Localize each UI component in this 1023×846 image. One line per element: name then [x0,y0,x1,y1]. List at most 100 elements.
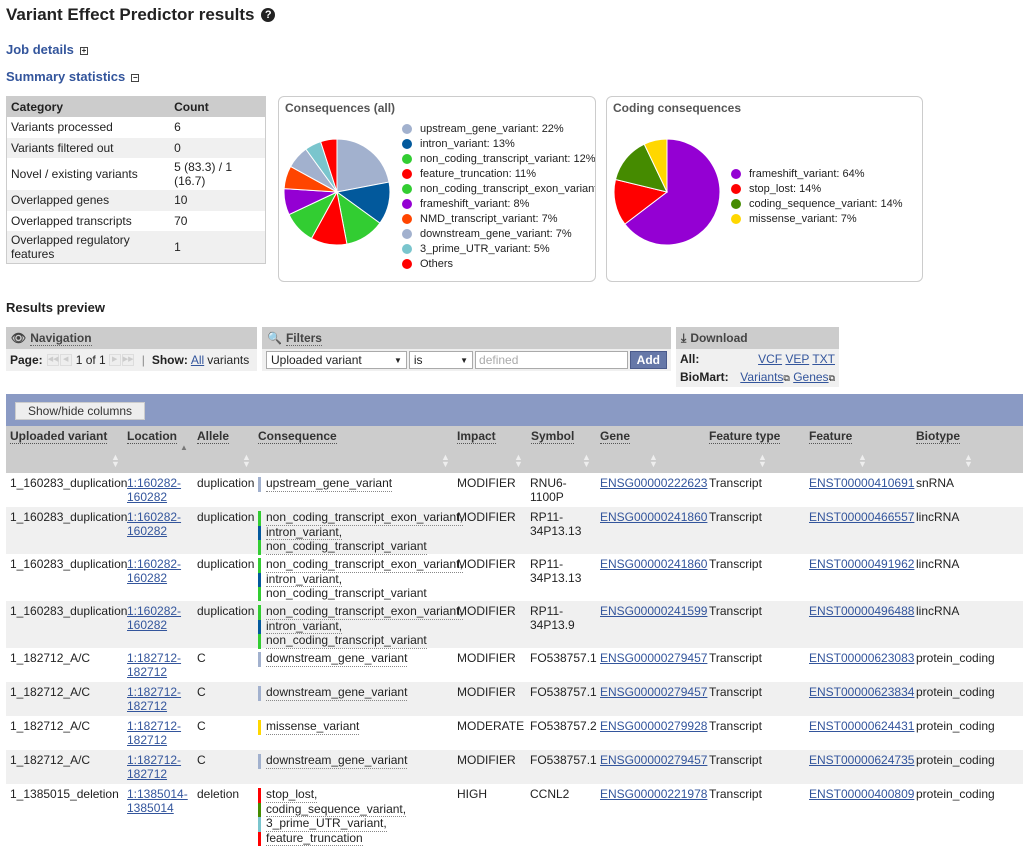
feature-cell[interactable]: ENST00000491962 [809,558,914,572]
location-cell[interactable]: 1:182712-182712 [127,720,181,747]
feature-cell[interactable]: ENST00000624735 [809,754,914,768]
gene-link[interactable]: ENSG00000241599 [600,604,707,618]
filter-operator-select[interactable]: is ▼ [409,351,473,369]
location-link[interactable]: 1:182712-182712 [127,753,181,781]
gene-cell[interactable]: ENSG00000221978 [600,788,707,802]
location-cell[interactable]: 1:160282-160282 [127,511,181,538]
show-hide-columns-button[interactable]: Show/hide columns [15,402,145,420]
feature-cell[interactable]: ENST00000496488 [809,605,914,619]
help-icon[interactable]: ? [261,8,275,22]
location-link[interactable]: 1:160282-160282 [127,510,181,538]
location-cell[interactable]: 1:160282-160282 [127,605,181,632]
sort-icon[interactable]: ▲▼ [242,454,250,468]
sort-asc-icon[interactable]: ▲ [180,443,188,452]
feature-link[interactable]: ENST00000491962 [809,557,914,571]
navigation-header[interactable]: 👁 Navigation [6,327,257,349]
consequence-term[interactable]: non_coding_transcript_exon_variant, [266,511,463,526]
consequence-term[interactable]: missense_variant [266,720,359,735]
sort-icon[interactable]: ▲▼ [111,454,119,468]
consequence-term[interactable]: downstream_gene_variant [266,652,407,667]
column-header-allele[interactable]: Allele [197,429,229,443]
gene-cell[interactable]: ENSG00000279457 [600,686,707,700]
location-cell[interactable]: 1:182712-182712 [127,686,181,713]
gene-link[interactable]: ENSG00000241860 [600,557,707,571]
navigation-label[interactable]: Navigation [30,331,91,346]
filters-label[interactable]: Filters [286,331,322,346]
consequence-term[interactable]: stop_lost, [266,788,317,803]
column-header-uploaded-variant[interactable]: Uploaded variant [10,429,107,443]
location-link[interactable]: 1:160282-160282 [127,476,181,504]
biomart-genes-link[interactable]: Genes [793,370,828,384]
column-header-location[interactable]: Location [127,429,177,443]
sort-icon[interactable]: ▲▼ [582,454,590,468]
location-link[interactable]: 1:1385014-1385014 [127,787,188,815]
column-header-feature[interactable]: Feature [809,429,852,443]
column-header-biotype[interactable]: Biotype [916,429,960,443]
feature-link[interactable]: ENST00000410691 [809,476,914,490]
feature-link[interactable]: ENST00000466557 [809,510,914,524]
add-filter-button[interactable]: Add [630,351,667,369]
gene-cell[interactable]: ENSG00000279457 [600,652,707,666]
sort-icon[interactable]: ▲▼ [441,454,449,468]
filter-field-select[interactable]: Uploaded variant ▼ [266,351,407,369]
feature-link[interactable]: ENST00000400809 [809,787,914,801]
gene-cell[interactable]: ENSG00000279928 [600,720,707,734]
location-cell[interactable]: 1:160282-160282 [127,558,181,585]
download-vcf-link[interactable]: VCF [758,352,782,366]
location-link[interactable]: 1:182712-182712 [127,651,181,679]
feature-cell[interactable]: ENST00000623083 [809,652,914,666]
consequence-term[interactable]: non_coding_transcript_variant [266,587,427,602]
column-header-feature-type[interactable]: Feature type [709,429,780,443]
next-page-icon[interactable]: ▶ [109,354,121,366]
download-vep-link[interactable]: VEP [785,352,809,366]
location-link[interactable]: 1:160282-160282 [127,604,181,632]
consequence-term[interactable]: intron_variant, [266,526,342,541]
consequence-term[interactable]: non_coding_transcript_exon_variant, [266,558,463,573]
feature-cell[interactable]: ENST00000623834 [809,686,914,700]
feature-link[interactable]: ENST00000623834 [809,685,914,699]
feature-cell[interactable]: ENST00000466557 [809,511,914,525]
location-link[interactable]: 1:182712-182712 [127,685,181,713]
filter-value-input[interactable]: defined [475,351,628,369]
gene-cell[interactable]: ENSG00000241860 [600,511,707,525]
column-header-impact[interactable]: Impact [457,429,496,443]
consequence-term[interactable]: downstream_gene_variant [266,686,407,701]
expand-icon[interactable]: + [80,47,88,55]
feature-link[interactable]: ENST00000496488 [809,604,914,618]
gene-link[interactable]: ENSG00000279457 [600,753,707,767]
sort-icon[interactable]: ▲▼ [758,454,766,468]
gene-cell[interactable]: ENSG00000241599 [600,605,707,619]
last-page-icon[interactable]: ▶▶ [122,354,134,366]
summary-statistics-toggle[interactable]: Summary statistics− [6,69,139,84]
column-header-consequence[interactable]: Consequence [258,429,337,443]
gene-link[interactable]: ENSG00000241860 [600,510,707,524]
sort-icon[interactable]: ▲▼ [964,454,972,468]
gene-link[interactable]: ENSG00000279457 [600,651,707,665]
gene-link[interactable]: ENSG00000279928 [600,719,707,733]
biomart-variants-link[interactable]: Variants [740,370,783,384]
consequence-term[interactable]: non_coding_transcript_variant [266,634,427,649]
location-cell[interactable]: 1:1385014-1385014 [127,788,188,815]
feature-link[interactable]: ENST00000623083 [809,651,914,665]
gene-link[interactable]: ENSG00000222623 [600,476,707,490]
gene-cell[interactable]: ENSG00000279457 [600,754,707,768]
consequence-term[interactable]: feature_truncation [266,832,363,846]
column-header-gene[interactable]: Gene [600,429,630,443]
consequence-term[interactable]: non_coding_transcript_variant [266,540,427,555]
consequence-term[interactable]: downstream_gene_variant [266,754,407,769]
location-cell[interactable]: 1:160282-160282 [127,477,181,504]
column-header-symbol[interactable]: Symbol [531,429,574,443]
consequence-term[interactable]: coding_sequence_variant, [266,803,406,818]
download-txt-link[interactable]: TXT [812,352,835,366]
job-details-toggle[interactable]: Job details+ [6,42,88,57]
consequence-term[interactable]: 3_prime_UTR_variant, [266,817,387,832]
gene-link[interactable]: ENSG00000221978 [600,787,707,801]
feature-cell[interactable]: ENST00000410691 [809,477,914,491]
gene-cell[interactable]: ENSG00000222623 [600,477,707,491]
filters-header[interactable]: 🔍 Filters [262,327,671,349]
gene-cell[interactable]: ENSG00000241860 [600,558,707,572]
feature-cell[interactable]: ENST00000400809 [809,788,914,802]
prev-page-icon[interactable]: ◀ [60,354,72,366]
location-cell[interactable]: 1:182712-182712 [127,754,181,781]
location-cell[interactable]: 1:182712-182712 [127,652,181,679]
